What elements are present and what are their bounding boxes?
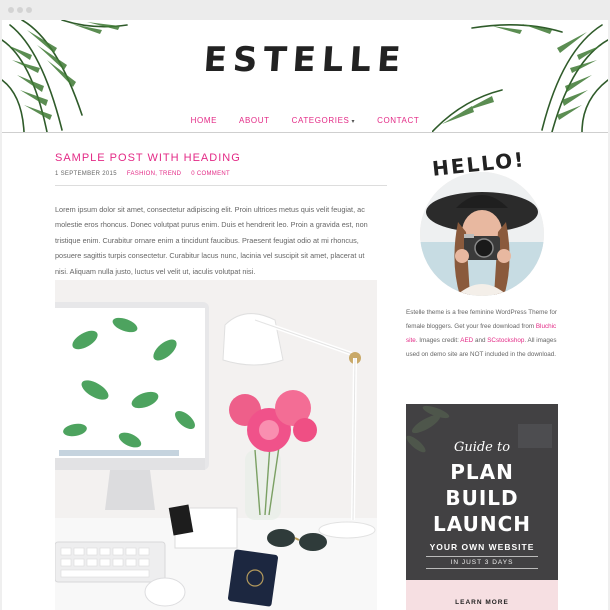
nav-item-categories[interactable]: CATEGORIES ▾ [292, 116, 355, 125]
post-date: 1 SEPTEMBER 2015 [55, 171, 117, 177]
post-categories[interactable]: FASHION, TREND [127, 171, 181, 177]
about-text: Estelle theme is a free feminine WordPre… [406, 309, 557, 330]
featured-image[interactable] [55, 280, 377, 610]
author-avatar [420, 172, 544, 296]
desk-scene-image [55, 280, 377, 610]
browser-frame: ESTELLE HOME ABOUT CATEGORIES ▾ CONTACT SAMP… [0, 0, 610, 610]
nav-item-about[interactable]: ABOUT [239, 116, 270, 125]
sidebar-ad-banner[interactable]: Guide to PLAN BUILD LAUNCH YOUR OWN WEBS… [406, 404, 558, 610]
ad-line-launch: LAUNCH [432, 512, 531, 536]
site-logo[interactable]: ESTELLE [2, 40, 608, 80]
divider [55, 185, 387, 186]
ad-subtitle: YOUR OWN WEBSITE [429, 542, 535, 552]
about-text: and [473, 337, 488, 344]
browser-chrome [0, 0, 610, 20]
ad-line-build: BUILD [445, 486, 519, 510]
web-page: ESTELLE HOME ABOUT CATEGORIES ▾ CONTACT SAMP… [2, 20, 608, 610]
ad-guide-text: Guide to [453, 440, 511, 455]
post-excerpt: Lorem ipsum dolor sit amet, consectetur … [55, 205, 368, 276]
site-header: ESTELLE HOME ABOUT CATEGORIES ▾ CONTACT [2, 20, 608, 133]
scstockshop-link[interactable]: SCstockshop [487, 337, 524, 344]
window-dot-icon[interactable] [26, 7, 32, 13]
post-comments[interactable]: 0 COMMENT [191, 171, 230, 177]
nav-item-home[interactable]: HOME [191, 116, 217, 125]
window-dot-icon[interactable] [17, 7, 23, 13]
window-dot-icon[interactable] [8, 7, 14, 13]
aed-link[interactable]: AED [460, 337, 473, 344]
ad-days-text: IN JUST 3 DAYS [426, 556, 538, 569]
post-title[interactable]: SAMPLE POST WITH HEADING [55, 152, 241, 164]
about-text: . Images credit: [415, 337, 461, 344]
main-nav: HOME ABOUT CATEGORIES ▾ CONTACT [2, 116, 608, 125]
post-meta: 1 SEPTEMBER 2015 FASHION, TREND 0 COMMENT [55, 171, 230, 177]
author-photo-image [420, 172, 544, 296]
caret-down-icon: ▾ [351, 119, 356, 125]
ad-line-plan: PLAN [450, 460, 514, 484]
nav-item-label: CATEGORIES [291, 116, 350, 125]
nav-item-contact[interactable]: CONTACT [377, 116, 419, 125]
learn-more-button[interactable]: LEARN MORE [406, 580, 558, 610]
sidebar-about-text: Estelle theme is a free feminine WordPre… [406, 306, 558, 362]
learn-more-label: LEARN MORE [455, 599, 509, 606]
